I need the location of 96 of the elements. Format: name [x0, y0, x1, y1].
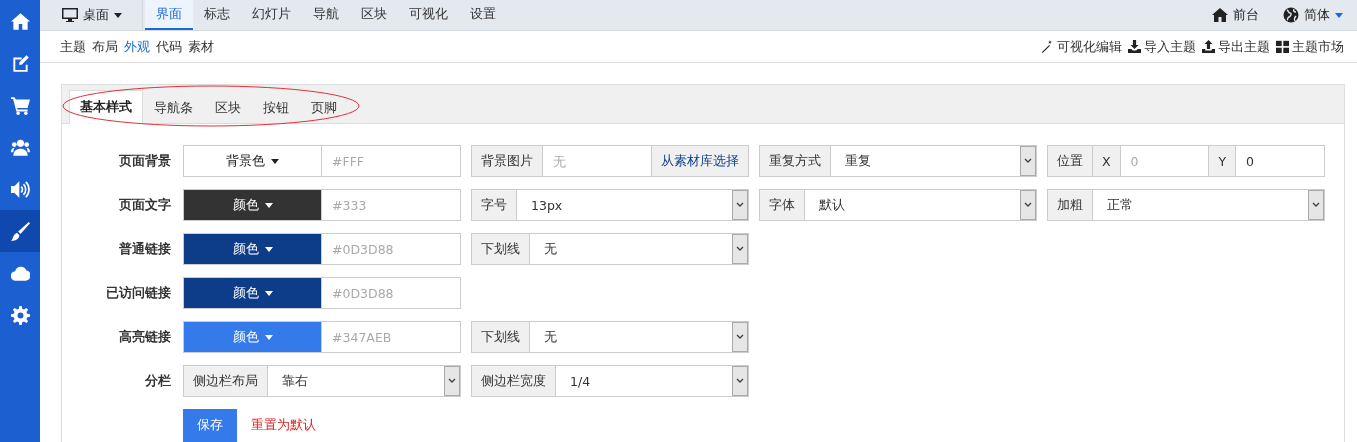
nav-tab[interactable]: 设置 [459, 0, 507, 31]
panel-tab[interactable]: 基本样式 [69, 90, 143, 124]
subnav-link[interactable]: 代码 [153, 34, 185, 59]
field-label: 高亮链接 [118, 328, 172, 346]
subnav-link[interactable]: 布局 [89, 34, 121, 59]
input-addon: 侧边栏宽度 [471, 365, 556, 397]
nav-tab[interactable]: 区块 [350, 0, 398, 31]
input-addon: 侧边栏布局 [183, 365, 268, 397]
save-button[interactable]: 保存 [183, 409, 237, 442]
brush-icon [10, 221, 30, 241]
device-dropdown[interactable]: 桌面 [40, 0, 143, 31]
select-dropdown[interactable]: 正常 [1092, 189, 1325, 221]
field-label: 分栏 [144, 372, 172, 390]
chevron-down-icon [732, 234, 748, 264]
y-input[interactable]: 0 [1235, 145, 1325, 177]
globe-icon [1283, 7, 1299, 24]
toolbar-link[interactable]: 导出主题 [1199, 37, 1273, 56]
chevron-down-icon [444, 366, 460, 396]
chevron-down-icon [1020, 190, 1036, 220]
select-dropdown[interactable]: 靠右 [267, 365, 461, 397]
chevron-down-icon [732, 366, 748, 396]
nav-tab[interactable]: 幻灯片 [241, 0, 302, 31]
input-addon: X [1092, 145, 1121, 177]
color-dropdown-button[interactable]: 背景色 [183, 145, 322, 177]
panel-tab[interactable]: 导航条 [143, 92, 204, 124]
nav-tab[interactable]: 可视化 [398, 0, 459, 31]
caret-icon [264, 290, 273, 296]
toolbar-link[interactable]: 导入主题 [1125, 37, 1199, 56]
grid-icon [1276, 40, 1289, 54]
monitor-icon [62, 7, 78, 24]
panel-tab[interactable]: 区块 [204, 92, 252, 124]
caret-icon [264, 246, 273, 252]
subnav-link[interactable]: 外观 [121, 34, 153, 59]
color-input[interactable]: #347AEB [321, 321, 461, 353]
chevron-down-icon [1020, 146, 1036, 176]
subnav-link[interactable]: 素材 [185, 34, 217, 59]
nav-tab[interactable]: 标志 [193, 0, 241, 31]
field-label: 页面背景 [118, 152, 172, 170]
input-addon: 字体 [759, 189, 805, 221]
field-label: 普通链接 [118, 240, 172, 258]
caret-icon [1335, 12, 1343, 18]
frontend-link[interactable]: 前台 [1200, 0, 1271, 31]
color-input[interactable]: #0D3D88 [321, 277, 461, 309]
select-dropdown[interactable]: 默认 [804, 189, 1037, 221]
chevron-down-icon [732, 190, 748, 220]
chevron-down-icon [1308, 190, 1324, 220]
input-addon: 位置 [1047, 145, 1093, 177]
nav-tab[interactable]: 界面 [145, 0, 193, 31]
wand-icon [1041, 40, 1054, 54]
color-input[interactable]: #333 [321, 189, 461, 221]
home-icon [1212, 7, 1228, 24]
select-dropdown[interactable]: 无 [529, 321, 749, 353]
nav-tab[interactable]: 导航 [302, 0, 350, 31]
color-dropdown-button[interactable]: 颜色 [183, 277, 322, 309]
field-label: 已访问链接 [105, 284, 172, 302]
panel-tab[interactable]: 按钮 [252, 92, 300, 124]
panel-tab[interactable]: 页脚 [300, 92, 348, 124]
select-dropdown[interactable]: 13px [516, 189, 749, 221]
home-icon [10, 11, 30, 31]
input-addon: 字号 [471, 189, 517, 221]
cart-icon [10, 95, 30, 115]
select-dropdown[interactable]: 无 [529, 233, 749, 265]
input-addon: 重复方式 [759, 145, 831, 177]
edit-icon [10, 53, 30, 73]
color-dropdown-button[interactable]: 颜色 [183, 189, 322, 221]
settings-icon [10, 305, 30, 325]
select-dropdown[interactable]: 1/4 [555, 365, 749, 397]
color-dropdown-button[interactable]: 颜色 [183, 321, 322, 353]
x-input[interactable]: 0 [1119, 145, 1210, 177]
input-addon: 下划线 [471, 233, 530, 265]
reset-link[interactable]: 重置为默认 [251, 417, 316, 434]
speaker-icon [10, 179, 30, 199]
image-input[interactable]: 无 [542, 145, 652, 177]
toolbar-link[interactable]: 可视化编辑 [1038, 37, 1125, 56]
language-dropdown[interactable]: 简体 [1271, 0, 1357, 31]
color-input[interactable]: #0D3D88 [321, 233, 461, 265]
caret-icon [264, 334, 273, 340]
download-icon [1128, 40, 1141, 54]
library-select-button[interactable]: 从素材库选择 [651, 145, 749, 177]
input-addon: 背景图片 [471, 145, 543, 177]
color-input[interactable]: #FFF [321, 145, 461, 177]
color-dropdown-button[interactable]: 颜色 [183, 233, 322, 265]
toolbar-link[interactable]: 主题市场 [1273, 37, 1347, 56]
caret-icon [114, 12, 122, 18]
input-addon: 下划线 [471, 321, 530, 353]
input-addon: 加粗 [1047, 189, 1093, 221]
chevron-down-icon [732, 322, 748, 352]
input-addon: Y [1208, 145, 1237, 177]
select-dropdown[interactable]: 重复 [830, 145, 1037, 177]
subnav-link[interactable]: 主题 [57, 34, 89, 59]
users-icon [10, 137, 30, 157]
upload-icon [1202, 40, 1215, 54]
sidebar-item[interactable] [0, 210, 40, 252]
caret-icon [271, 158, 279, 164]
field-label: 页面文字 [118, 196, 172, 214]
caret-icon [264, 202, 273, 208]
